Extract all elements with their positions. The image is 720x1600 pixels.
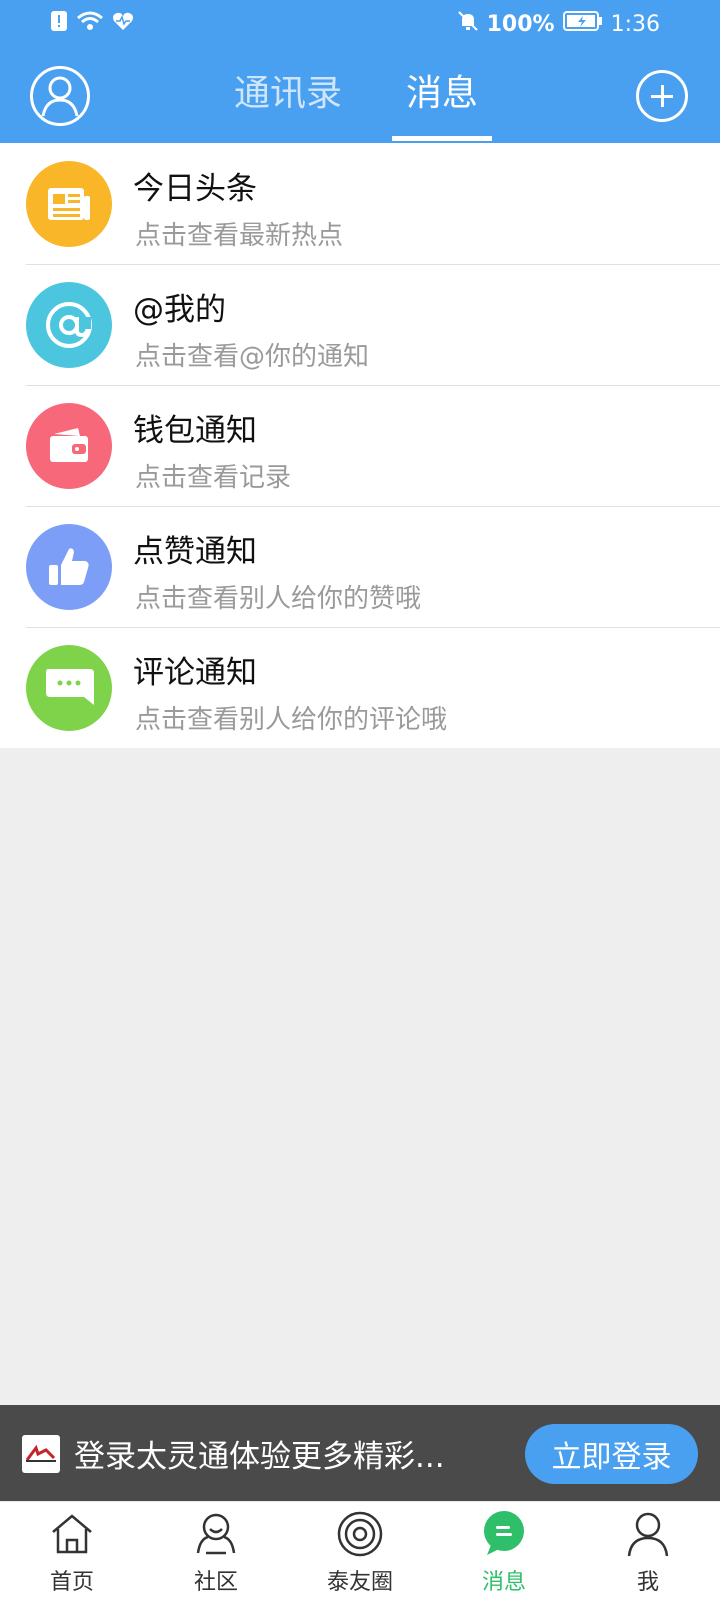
status-bar: 100% 1:36 [0, 0, 720, 48]
top-bar: 100% 1:36 通讯录 消息 [0, 0, 720, 143]
header-tabs: 通讯录 消息 [230, 66, 493, 141]
app-logo-icon [22, 1435, 60, 1473]
nav-item-circle[interactable]: 泰友圈 [305, 1502, 415, 1600]
list-item-wallet[interactable]: 钱包通知 点击查看记录 [0, 385, 720, 506]
nav-label: 我 [636, 1570, 659, 1595]
nav-label: 泰友圈 [326, 1570, 393, 1595]
item-subtitle: 点击查看@你的通知 [135, 342, 370, 372]
mute-icon [457, 10, 479, 38]
message-list: 今日头条 点击查看最新热点 @我的 点击查看@你的通知 钱包通知 点击查看记录 … [0, 143, 720, 748]
wallet-icon [26, 403, 112, 489]
at-icon [26, 282, 112, 368]
person-icon [622, 1508, 674, 1560]
nav-label: 社区 [193, 1570, 238, 1595]
clock: 1:36 [610, 11, 660, 37]
item-title: 点赞通知 [133, 534, 257, 570]
item-title: 今日头条 [133, 171, 257, 207]
add-button[interactable] [636, 70, 688, 122]
nav-item-home[interactable]: 首页 [17, 1502, 127, 1600]
header: 通讯录 消息 [0, 48, 720, 143]
heart-rate-icon [112, 11, 134, 35]
nav-label: 首页 [49, 1570, 94, 1595]
item-title: 评论通知 [133, 655, 257, 691]
battery-percent: 100% [486, 11, 555, 37]
item-subtitle: 点击查看最新热点 [135, 221, 344, 251]
comment-icon [26, 645, 112, 731]
nav-item-me[interactable]: 我 [593, 1502, 703, 1600]
bottom-nav: 首页 社区 泰友圈 消息 我 [0, 1501, 720, 1600]
list-item-comments[interactable]: 评论通知 点击查看别人给你的评论哦 [0, 627, 720, 748]
message-icon [478, 1508, 530, 1560]
item-subtitle: 点击查看记录 [135, 463, 292, 493]
wifi-icon [76, 10, 104, 36]
battery-charging-icon [562, 10, 603, 38]
community-icon [190, 1508, 242, 1560]
list-item-mentions[interactable]: @我的 点击查看@你的通知 [0, 264, 720, 385]
tab-contacts[interactable]: 通讯录 [230, 66, 346, 122]
item-title: @我的 [133, 292, 226, 328]
notification-icon [50, 10, 68, 36]
list-item-headlines[interactable]: 今日头条 点击查看最新热点 [0, 143, 720, 264]
home-icon [46, 1508, 98, 1560]
login-button[interactable]: 立即登录 [525, 1424, 698, 1484]
banner-text: 登录太灵通体验更多精彩... [74, 1439, 445, 1475]
list-item-likes[interactable]: 点赞通知 点击查看别人给你的赞哦 [0, 506, 720, 627]
newspaper-icon [26, 161, 112, 247]
nav-label: 消息 [481, 1570, 526, 1595]
item-subtitle: 点击查看别人给你的评论哦 [135, 705, 448, 735]
tab-messages[interactable]: 消息 [392, 66, 493, 141]
login-banner: 登录太灵通体验更多精彩... 立即登录 [0, 1405, 720, 1501]
profile-avatar-button[interactable] [30, 66, 90, 126]
item-title: 钱包通知 [133, 413, 257, 449]
nav-item-messages[interactable]: 消息 [449, 1502, 559, 1600]
user-icon [41, 76, 79, 117]
nav-item-community[interactable]: 社区 [161, 1502, 271, 1600]
circle-icon [334, 1508, 386, 1560]
thumbs-up-icon [26, 524, 112, 610]
item-subtitle: 点击查看别人给你的赞哦 [135, 584, 422, 614]
